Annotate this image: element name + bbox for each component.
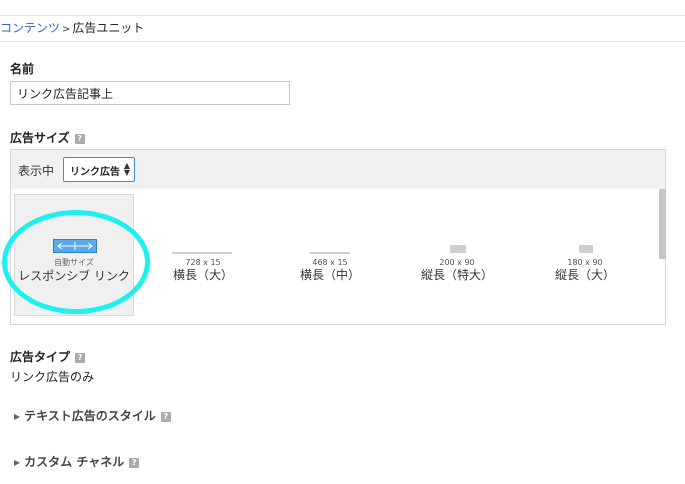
tile-name: レスポンシブ リンク bbox=[18, 269, 130, 283]
size-tile-200x90[interactable]: 200 x 90 縦長（特大） bbox=[397, 194, 517, 316]
top-divider bbox=[0, 15, 685, 16]
name-label: 名前 bbox=[10, 62, 35, 76]
custom-channel-label: カスタム チャネル bbox=[24, 455, 125, 469]
size-tile-468x15[interactable]: 468 x 15 横長（中） bbox=[270, 194, 390, 316]
size-preview-icon bbox=[172, 252, 232, 254]
text-ad-style-toggle[interactable]: ▶ テキスト広告のスタイル? bbox=[14, 407, 171, 424]
tile-name: 縦長（特大） bbox=[420, 268, 493, 282]
size-preview-icon bbox=[450, 245, 466, 253]
responsive-size-icon bbox=[53, 239, 97, 253]
size-tile-180x90[interactable]: 180 x 90 縦長（大） bbox=[525, 194, 645, 316]
size-preview-icon bbox=[579, 245, 593, 253]
triangle-right-icon: ▶ bbox=[14, 458, 21, 467]
ad-type-label: 広告タイプ? bbox=[10, 348, 86, 365]
help-icon[interactable]: ? bbox=[160, 412, 171, 422]
ad-unit-name-input[interactable] bbox=[10, 81, 290, 105]
showing-label: 表示中 bbox=[18, 164, 55, 178]
breadcrumb: コンテンツ > 広告ユニット bbox=[0, 19, 144, 36]
help-icon[interactable]: ? bbox=[75, 353, 86, 363]
breadcrumb-separator: > bbox=[62, 24, 71, 35]
breadcrumb-current: 広告ユニット bbox=[72, 21, 145, 35]
ad-type-label-text: 広告タイプ bbox=[10, 350, 71, 364]
tile-list-scrollbar[interactable] bbox=[659, 189, 666, 259]
ad-type-value: リンク広告のみ bbox=[10, 370, 95, 384]
triangle-right-icon: ▶ bbox=[14, 412, 21, 421]
ad-size-label: 広告サイズ? bbox=[10, 129, 85, 146]
tile-name: 横長（大） bbox=[172, 268, 233, 282]
ad-size-filter-select[interactable]: リンク広告 ▲ ▼ bbox=[63, 157, 135, 182]
tile-name: 縦長（大） bbox=[554, 268, 615, 282]
help-icon[interactable]: ? bbox=[74, 134, 85, 144]
text-ad-style-label: テキスト広告のスタイル bbox=[24, 409, 156, 423]
updown-arrow-icon: ▲ ▼ bbox=[123, 161, 130, 177]
size-tile-728x15[interactable]: 728 x 15 横長（大） bbox=[143, 194, 263, 316]
size-tile-responsive[interactable]: 自動サイズ レスポンシブ リンク bbox=[14, 194, 134, 316]
size-preview-icon bbox=[310, 252, 350, 254]
breadcrumb-link-contents[interactable]: コンテンツ bbox=[0, 21, 60, 35]
filter-select-value: リンク広告 bbox=[70, 167, 120, 178]
breadcrumb-divider bbox=[0, 41, 685, 42]
tile-name: 横長（中） bbox=[299, 268, 360, 282]
help-icon[interactable]: ? bbox=[129, 458, 140, 468]
custom-channel-toggle[interactable]: ▶ カスタム チャネル? bbox=[14, 453, 140, 470]
ad-size-label-text: 広告サイズ bbox=[10, 131, 70, 145]
